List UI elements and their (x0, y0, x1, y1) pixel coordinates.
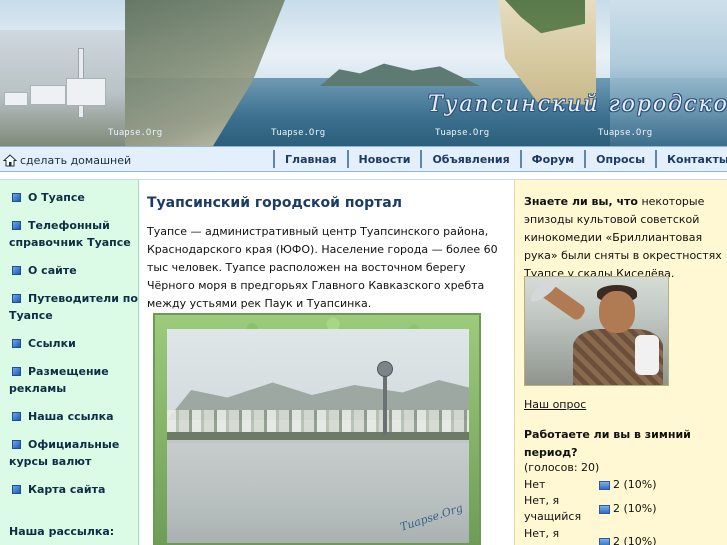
poll-result-row: Нет, я 2 (10%) (524, 526, 724, 545)
sidebar-item-label: О Туапсе (28, 191, 85, 204)
sidebar-menu: О Туапсе Телефонный справочник Туапсе О … (0, 180, 138, 498)
site-title: Туапсинский городской п (428, 92, 727, 117)
right-sidebar: Знаете ли вы, что некоторые эпизоды куль… (514, 180, 727, 545)
sidebar-item-about-tuapse[interactable]: О Туапсе (9, 189, 138, 206)
nav-item-news[interactable]: Новости (346, 150, 421, 168)
poll-result: 2 (10%) (599, 534, 657, 545)
nav-item-forum[interactable]: Форум (519, 150, 585, 168)
left-sidebar: О Туапсе Телефонный справочник Туапсе О … (0, 180, 139, 545)
poll-answer: Нет, я (524, 527, 560, 540)
sidebar-item-label: Ссылки (28, 337, 76, 350)
poll-result-row: Нет 2 (10%) (524, 477, 724, 493)
poll-bar-icon (599, 504, 610, 514)
sidebar-item-links[interactable]: Ссылки (9, 335, 138, 352)
banner-watermark: Tuapse.Org (108, 128, 163, 138)
banner-building (30, 85, 66, 105)
main-menu: Главная Новости Объявления Форум Опросы … (273, 150, 727, 168)
make-homepage-link[interactable]: сделать домашней (3, 151, 131, 169)
main-content: Туапсинский городской портал Туапсе — ад… (140, 180, 514, 545)
banner-city-image (0, 30, 125, 146)
poll-bar-icon (599, 537, 610, 545)
intro-text: Туапсе — административный центр Туапсинс… (147, 225, 498, 310)
bullet-icon (12, 440, 21, 449)
nav-item-home[interactable]: Главная (273, 150, 347, 168)
banner-building (66, 78, 106, 106)
did-you-know-lead: Знаете ли вы, что (524, 195, 638, 208)
did-you-know: Знаете ли вы, что некоторые эпизоды куль… (524, 193, 724, 283)
banner-coast (610, 0, 727, 146)
poll-result-value: 2 (10%) (613, 478, 657, 491)
poll-answer: Нет (524, 478, 546, 491)
sidebar-item-sitemap[interactable]: Карта сайта (9, 481, 138, 498)
top-navbar: сделать домашней Главная Новости Объявле… (0, 146, 727, 172)
header-banner: Tuapse.Org Tuapse.Org Tuapse.Org Tuapse.… (0, 0, 727, 146)
movie-still-photo (524, 276, 669, 386)
nav-item-polls[interactable]: Опросы (584, 150, 655, 168)
poll-answer: Нет, я учащийся (524, 494, 582, 523)
banner-building (4, 92, 28, 106)
photo-town (167, 410, 469, 432)
sidebar-item-guides[interactable]: Путеводители по Туапсе (9, 290, 138, 324)
sidebar-item-label: Телефонный справочник Туапсе (9, 219, 131, 249)
bullet-icon (12, 193, 21, 202)
sidebar-item-currency-rates[interactable]: Официальные курсы валют (9, 436, 138, 470)
sidebar-item-label: Карта сайта (28, 483, 106, 496)
bullet-icon (12, 294, 21, 303)
bullet-icon (12, 412, 21, 421)
sidebar-item-label: Размещение рекламы (9, 365, 109, 395)
poll-link[interactable]: Наш опрос (524, 398, 586, 411)
banner-watermark: Tuapse.Org (598, 128, 653, 138)
nav-item-ads[interactable]: Объявления (420, 150, 519, 168)
bullet-icon (12, 367, 21, 376)
nav-item-contacts[interactable]: Контакты (655, 150, 727, 168)
bullet-icon (12, 485, 21, 494)
photo-tower-top (377, 361, 393, 377)
photo-figure-face (599, 291, 635, 333)
poll-result: 2 (10%) (599, 477, 657, 493)
sidebar-item-our-link[interactable]: Наша ссылка (9, 408, 138, 425)
poll-result-value: 2 (10%) (613, 502, 657, 515)
sidebar-item-label: Наша ссылка (28, 410, 114, 423)
photo-water (167, 443, 469, 543)
page-title: Туапсинский городской портал (147, 195, 402, 211)
poll-result-row: Нет, я учащийся 2 (10%) (524, 493, 724, 525)
poll-question: Работаете ли вы в зимний период? (524, 428, 691, 459)
nav-divider (0, 172, 727, 180)
city-photo: Tuapse.Org (153, 313, 481, 545)
sidebar-item-phonebook[interactable]: Телефонный справочник Туапсе (9, 217, 138, 251)
sidebar-item-label: Путеводители по Туапсе (9, 292, 138, 322)
poll-result: 2 (10%) (599, 501, 657, 517)
newsletter-heading: Наша рассылка: (9, 525, 115, 538)
sidebar-item-about-site[interactable]: О сайте (9, 262, 138, 279)
poll-vote-count: (голосов: 20) (524, 461, 600, 474)
make-homepage-label: сделать домашней (20, 153, 132, 167)
poll-bar-icon (599, 480, 610, 490)
photo-arm-cast (635, 335, 659, 375)
bullet-icon (12, 221, 21, 230)
poll-result-value: 2 (10%) (613, 535, 657, 545)
bullet-icon (12, 339, 21, 348)
sidebar-item-label: Официальные курсы валют (9, 438, 120, 468)
sidebar-item-label: О сайте (28, 264, 77, 277)
house-icon (3, 153, 17, 166)
photo-shore (167, 432, 469, 440)
banner-watermark: Tuapse.Org (435, 128, 490, 138)
sidebar-item-advertising[interactable]: Размещение рекламы (9, 363, 138, 397)
bullet-icon (12, 266, 21, 275)
banner-watermark: Tuapse.Org (271, 128, 326, 138)
